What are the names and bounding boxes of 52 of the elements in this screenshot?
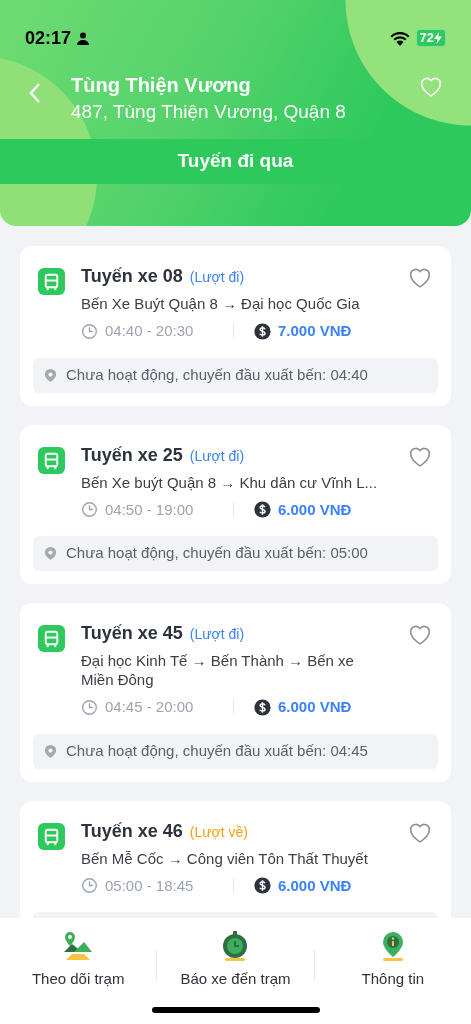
nav-tab[interactable]: Thông tin [314, 930, 471, 1024]
stop-address: 487, Tùng Thiện Vương, Quận 8 [71, 100, 347, 124]
clock-icon [81, 322, 98, 340]
dollar-icon [254, 501, 271, 519]
route-path: Bến Xe Buýt Quận 8 → Đại học Quốc Gia [81, 294, 361, 313]
bus-icon [38, 625, 65, 652]
status-time: 02:17 [25, 26, 72, 50]
route-name: Tuyến xe 08 [81, 265, 183, 288]
clock-icon [81, 698, 98, 716]
stop-name: Tùng Thiện Vương [71, 73, 252, 98]
route-path: Bến Mễ Cốc → Công viên Tôn Thất Thuyết [81, 848, 369, 868]
route-card[interactable]: Tuyến xe 46 (Lượt về) Bến Mễ Cốc → Công viên Tôn Thất Thuyết 05:00 - 18:45 6.000 VNĐ [20, 800, 451, 918]
person-icon [77, 31, 90, 45]
route-name: Tuyến xe 46 [81, 819, 183, 843]
route-name: Tuyến xe 25 [81, 443, 183, 467]
operating-hours: 04:50 - 19:00 [105, 499, 195, 520]
map-pin-icon [62, 930, 95, 962]
wifi-icon [389, 30, 410, 46]
fare: 6.000 VNĐ [278, 697, 352, 717]
location-icon [43, 743, 58, 759]
bus-icon [38, 446, 65, 474]
notice-text: Chưa hoạt động, chuyến đầu xuất bến: 04:40 [66, 364, 368, 385]
route-card[interactable]: Tuyến xe 08 (Lượt đi) Bến Xe Buýt Quận 8 → Đại học Quốc Gia 04:40 - 20:30 7.000 VNĐ Chưa hoạt động, chuyến đầu xuất bến: 04:40 [20, 246, 451, 406]
route-direction: (Lượt đi) [189, 625, 245, 644]
operating-hours: 04:40 - 20:30 [105, 321, 195, 341]
clock-icon [81, 877, 98, 895]
route-path: Đại học Kinh Tế → Bến Thành → Bến xe Miền Đông [81, 651, 355, 689]
route-direction: (Lượt đi) [189, 446, 245, 466]
fare: 7.000 VNĐ [278, 321, 352, 341]
dollar-icon [254, 322, 271, 340]
location-icon [43, 546, 58, 561]
nav-tab[interactable]: Theo dõi trạm [0, 930, 157, 1024]
notice-text: Chưa hoạt động, chuyến đầu xuất bến: 05:00 [66, 543, 368, 564]
fare: 6.000 VNĐ [278, 499, 352, 520]
route-card[interactable]: Tuyến xe 45 (Lượt đi) Đại học Kinh Tế → Bến Thành → Bến xe Miền Đông 04:45 - 20:00 6.000 VNĐ Chưa hoạt động, chuyến đầu xuất bến: 04:45 [20, 603, 451, 782]
dollar-icon [254, 698, 271, 716]
operating-hours: 04:45 - 20:00 [105, 697, 195, 717]
route-direction: (Lượt về) [189, 822, 248, 842]
operating-hours: 05:00 - 18:45 [105, 875, 195, 896]
notice-text: Chưa hoạt động, chuyến đầu xuất bến: 04:45 [66, 740, 368, 761]
bus-icon [38, 822, 65, 850]
bus-icon [38, 268, 65, 295]
battery-icon: 72 [415, 29, 446, 47]
route-card[interactable]: Tuyến xe 25 (Lượt đi) Bến Xe buýt Quận 8 → Khu dân cư Vĩnh L... 04:50 - 19:00 6.000 VNĐ Chưa hoạt động, chuyến đầu xuất bến: 05:00 [20, 424, 451, 584]
route-name: Tuyến xe 45 [81, 622, 183, 645]
section-title: Tuyến đi qua [177, 149, 294, 174]
fare: 6.000 VNĐ [278, 875, 352, 896]
dollar-icon [254, 877, 271, 895]
route-path: Bến Xe buýt Quận 8 → Khu dân cư Vĩnh L... [81, 472, 379, 492]
route-direction: (Lượt đi) [189, 268, 245, 287]
clock-icon [81, 501, 98, 519]
location-icon [43, 367, 58, 383]
